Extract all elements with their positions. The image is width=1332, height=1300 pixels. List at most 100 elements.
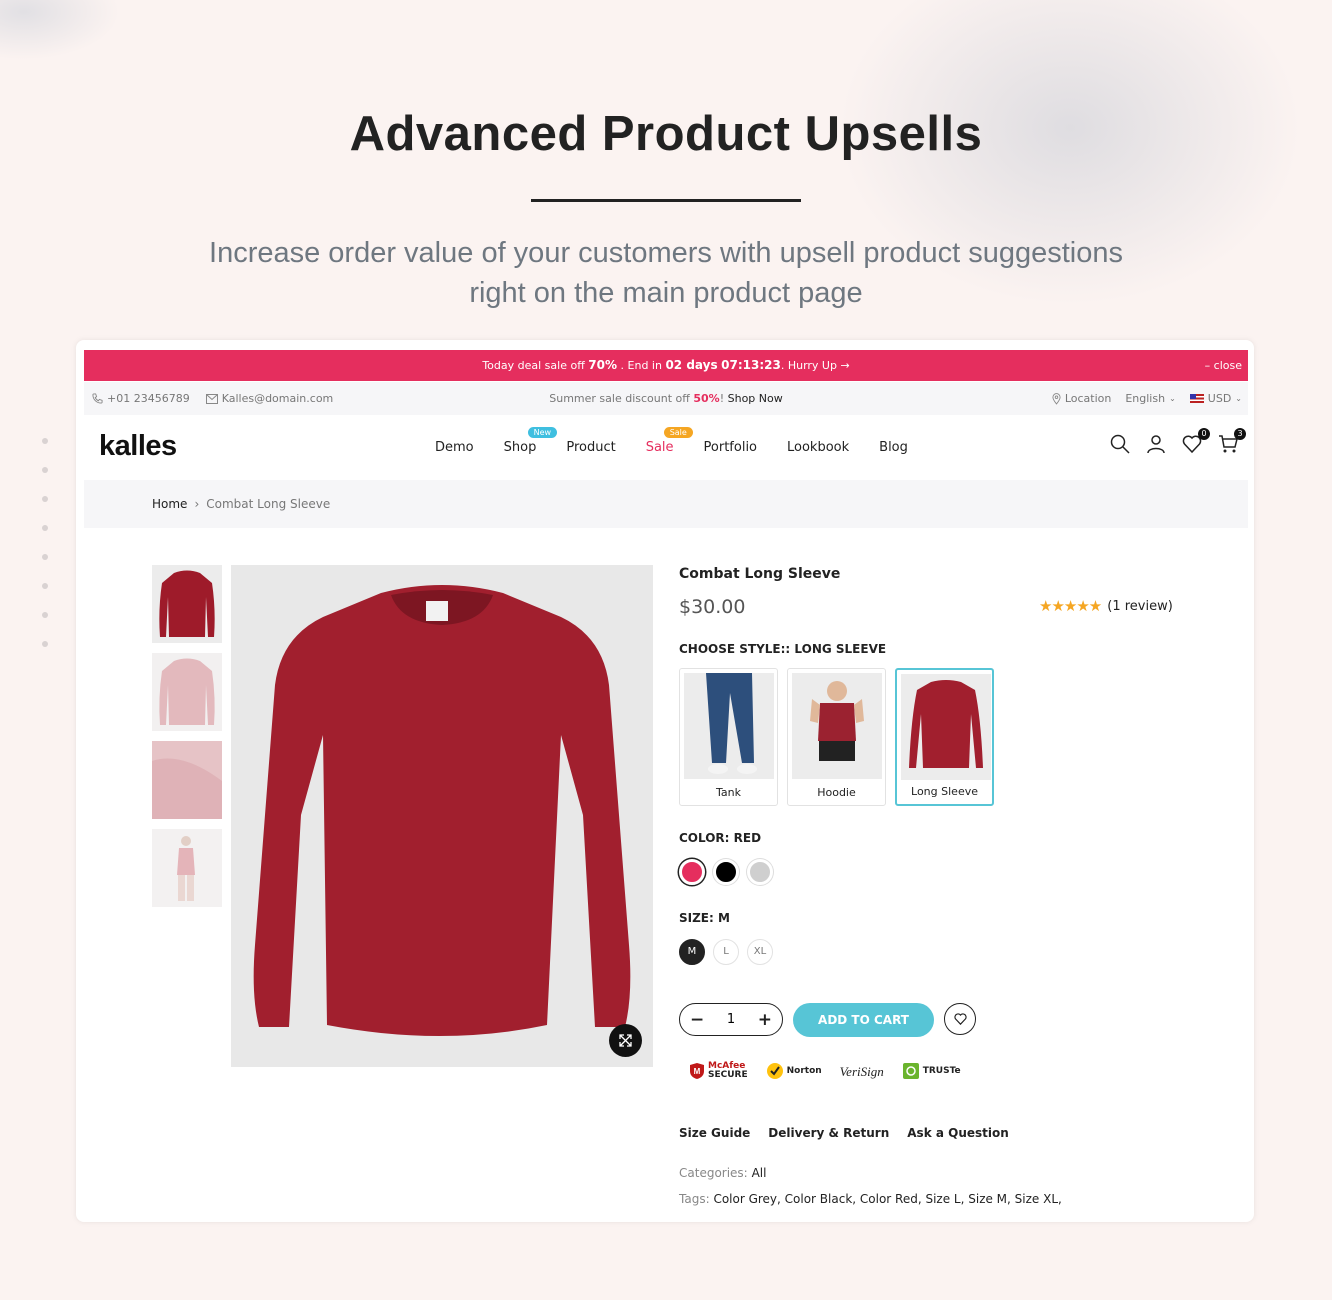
quantity-stepper: − + [679,1003,783,1036]
breadcrumb-separator: › [194,497,200,511]
add-to-cart-button[interactable]: ADD TO CART [793,1003,934,1037]
delivery-return-link[interactable]: Delivery & Return [768,1126,889,1140]
size-option-l[interactable]: L [713,939,739,965]
product-price: $30.00 [679,596,746,618]
color-swatch-grey[interactable] [747,859,773,885]
currency-selector[interactable]: USD ⌄ [1189,392,1242,405]
nav-label: Demo [435,440,474,455]
product-main-image[interactable] [231,565,653,1067]
us-flag-icon [1189,394,1204,403]
promo-percent: 50% [693,392,720,405]
site-logo[interactable]: kalles [99,430,177,463]
hero-subtitle: Increase order value of your customers w… [150,233,1182,313]
product-thumbnails [152,565,222,917]
promo-separator: ! [719,392,725,405]
size-option-m[interactable]: M [679,939,705,965]
style-upsell-selector: Tank Hoodie Long Sleeve [679,668,994,806]
location-link[interactable]: Location [1052,392,1112,405]
sale-badge: Sale [663,427,693,438]
mcafee-badge: M McAfee SECURE [689,1062,748,1080]
style-option-hoodie[interactable]: Hoodie [787,668,886,806]
truste-badge: TRUSTe [902,1062,961,1080]
announcement-close-button[interactable]: – close [1205,350,1242,381]
review-count: (1 review) [1107,598,1173,614]
hero-subtitle-line: Increase order value of your customers w… [209,237,1123,269]
decrease-quantity-button[interactable]: − [690,1010,704,1030]
star-rating-icon: ★★★★★ [1039,597,1102,615]
nav-item-lookbook[interactable]: Lookbook [787,440,849,455]
style-option-label: Hoodie [817,786,856,799]
style-label: CHOOSE STYLE:: LONG SLEEVE [679,642,887,656]
size-label: SIZE: M [679,911,730,925]
color-swatches [679,859,773,885]
currency-value: USD [1207,392,1232,405]
cart-icon[interactable]: 3 [1218,428,1246,454]
style-option-label: Tank [716,786,741,799]
location-label: Location [1064,392,1112,405]
main-nav: Demo Shop New Product Sale Sale Portfolio … [435,427,908,455]
color-label: COLOR: RED [679,831,762,845]
product-thumbnail[interactable] [152,741,222,819]
breadcrumb-home-link[interactable]: Home [152,497,187,511]
announcement-percent: 70% [588,358,618,372]
style-image [901,674,991,780]
size-option-xl[interactable]: XL [747,939,773,965]
location-pin-icon [1052,392,1061,405]
site-header: kalles Demo Shop New Product Sale Sale Por… [84,420,1248,478]
nav-label: Blog [879,440,908,455]
ask-question-link[interactable]: Ask a Question [907,1126,1009,1140]
shop-now-link[interactable]: Shop Now [728,392,783,405]
color-swatch-black[interactable] [713,859,739,885]
trust-badges: M McAfee SECURE Norton VeriSign TRUSTe [689,1062,961,1080]
nav-item-portfolio[interactable]: Portfolio [704,440,757,455]
wishlist-icon[interactable]: 0 [1182,428,1210,454]
announcement-hurry-link[interactable]: . Hurry Up → [781,359,850,372]
style-option-long-sleeve[interactable]: Long Sleeve [895,668,994,806]
tags-value[interactable]: Color Grey, Color Black, Color Red, Size… [713,1192,1061,1206]
language-value: English [1125,392,1166,405]
style-image [792,673,882,779]
nav-item-sale[interactable]: Sale Sale [646,427,693,455]
zoom-button[interactable] [609,1024,642,1057]
language-selector[interactable]: English ⌄ [1125,392,1175,405]
product-rating[interactable]: ★★★★★ (1 review) [1039,597,1173,615]
increase-quantity-button[interactable]: + [758,1010,772,1030]
product-thumbnail[interactable] [152,829,222,907]
announcement-text: Today deal sale off [482,359,585,372]
norton-check-icon [766,1063,783,1079]
product-tags: Tags: Color Grey, Color Black, Color Red… [679,1192,1062,1206]
product-title: Combat Long Sleeve [679,566,841,582]
announcement-bar: Today deal sale off 70% . End in 02 days… [84,350,1248,381]
svg-text:M: M [694,1067,701,1076]
nav-label: Lookbook [787,440,850,455]
product-thumbnail[interactable] [152,653,222,731]
categories-label: Categories: [679,1166,748,1180]
add-to-wishlist-button[interactable] [944,1003,976,1035]
color-swatch-red[interactable] [679,859,705,885]
top-bar: +01 23456789 Kalles@domain.com Summer sa… [84,382,1248,415]
nav-item-demo[interactable]: Demo [435,440,474,455]
style-image [684,673,774,779]
background-shape [0,0,120,60]
cart-count: 3 [1234,428,1246,440]
size-guide-link[interactable]: Size Guide [679,1126,750,1140]
tags-label: Tags: [679,1192,710,1206]
hero-subtitle-line: right on the main product page [469,277,863,309]
account-icon[interactable] [1146,434,1166,454]
norton-text: Norton [786,1065,822,1076]
nav-item-product[interactable]: Product [566,440,615,455]
categories-value[interactable]: All [752,1166,767,1180]
nav-item-shop[interactable]: Shop New [504,427,558,455]
hero-divider [531,199,801,202]
announcement-days: 02 days [665,358,718,372]
style-option-tank[interactable]: Tank [679,668,778,806]
nav-label: Product [566,440,616,455]
quantity-input[interactable] [714,1011,748,1028]
wishlist-count: 0 [1198,428,1210,440]
product-thumbnail[interactable] [152,565,222,643]
truste-seal-icon [902,1063,919,1079]
mcafee-subtext: SECURE [708,1070,748,1080]
nav-item-blog[interactable]: Blog [879,440,908,455]
search-icon[interactable] [1110,434,1130,454]
product-categories: Categories: All [679,1166,766,1180]
